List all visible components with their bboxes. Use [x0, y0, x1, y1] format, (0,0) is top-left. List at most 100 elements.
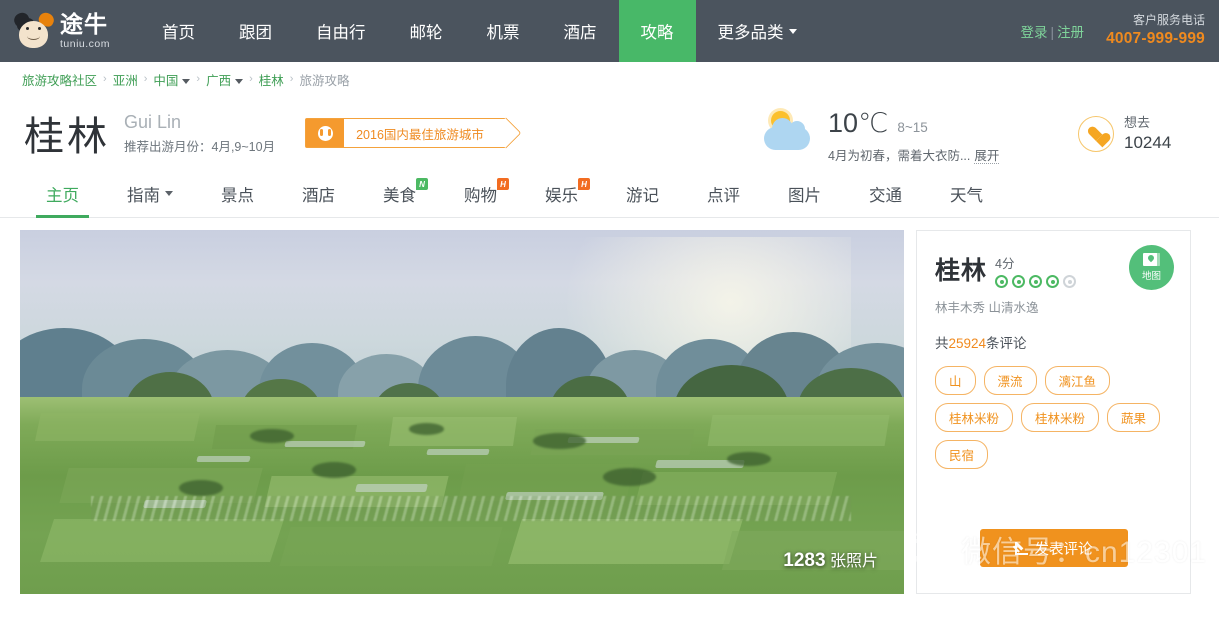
- top-right-area: 登录 | 注册 客户服务电话 4007-999-999: [1021, 0, 1219, 62]
- breadcrumb-item-current: 旅游攻略: [299, 73, 350, 88]
- recommended-months: 推荐出游月份：4月,9~10月: [124, 140, 276, 155]
- tag-item[interactable]: 蔬果: [1107, 403, 1161, 432]
- tab-shopping[interactable]: 购物 H: [440, 170, 521, 217]
- wish-label: 想去: [1124, 115, 1151, 130]
- reviews-prefix: 共: [935, 336, 949, 351]
- post-comment-label: 发表评论: [1034, 541, 1093, 558]
- main-content: 1283 张照片 桂林 4分 地图 林丰木秀 山清水逸 共25924条评论 山 …: [0, 218, 1219, 594]
- weather-widget[interactable]: 10℃ 8~15 4月为初春，需着大衣防... 展开: [762, 108, 1000, 164]
- tag-item[interactable]: 桂林米粉: [935, 403, 1014, 432]
- auth-separator: |: [1050, 25, 1055, 40]
- nav-item-flights[interactable]: 机票: [465, 0, 542, 62]
- review-count-line: 共25924条评论: [935, 332, 1172, 352]
- chevron-down-icon: [165, 191, 173, 196]
- section-tabs: 主页 指南 景点 酒店 美食 N 购物 H 娱乐 H 游记 点评 图片 交通 天气: [0, 170, 1219, 218]
- reviews-suffix: 条评论: [986, 336, 1027, 351]
- breadcrumb-item-guangxi[interactable]: 广西: [206, 70, 244, 89]
- breadcrumb-separator: ›: [289, 73, 294, 85]
- logo-text-cn: 途牛: [60, 10, 108, 37]
- tab-guide[interactable]: 指南: [103, 170, 197, 217]
- panel-city-name: 桂林: [935, 257, 988, 285]
- nav-item-guides[interactable]: 攻略: [618, 0, 696, 62]
- pencil-icon: [1014, 541, 1029, 555]
- cow-logo-icon: [11, 10, 57, 50]
- breadcrumb-item-asia[interactable]: 亚洲: [113, 70, 138, 89]
- post-comment-button[interactable]: 发表评论: [979, 529, 1128, 567]
- breadcrumb-separator: ›: [143, 73, 148, 85]
- new-badge-icon: N: [416, 178, 428, 190]
- breadcrumb-item-community[interactable]: 旅游攻略社区: [22, 70, 97, 89]
- breadcrumb-separator: ›: [103, 73, 107, 85]
- tab-entertainment[interactable]: 娱乐 H: [521, 170, 602, 217]
- city-header: 桂林 Gui Lin 推荐出游月份：4月,9~10月 2016国内最佳旅游城市 …: [0, 96, 1219, 170]
- breadcrumb-item-guilin[interactable]: 桂林: [259, 70, 284, 89]
- site-logo[interactable]: 途牛 tuniu.com: [0, 0, 140, 62]
- map-button[interactable]: 地图: [1129, 245, 1174, 290]
- page-title: 桂林: [24, 115, 110, 159]
- chevron-down-icon: [788, 28, 797, 34]
- hero-photo[interactable]: 1283 张照片: [20, 230, 904, 594]
- wish-count: 10244: [1124, 132, 1172, 152]
- nav-item-free-travel[interactable]: 自由行: [294, 0, 388, 62]
- weather-range: 8~15: [897, 120, 928, 135]
- breadcrumb-separator: ›: [196, 73, 201, 85]
- weather-description: 4月为初春，需着大衣防...: [828, 149, 971, 163]
- tag-item[interactable]: 桂林米粉: [1021, 403, 1100, 432]
- tab-hotels[interactable]: 酒店: [278, 170, 359, 217]
- tab-attractions[interactable]: 景点: [197, 170, 278, 217]
- nav-item-home[interactable]: 首页: [140, 0, 217, 62]
- nav-item-hotels[interactable]: 酒店: [542, 0, 619, 62]
- tag-item[interactable]: 民宿: [935, 440, 989, 469]
- tag-item[interactable]: 漂流: [983, 366, 1037, 395]
- chevron-down-icon: [235, 78, 244, 84]
- award-badge-label: 2016国内最佳旅游城市: [356, 127, 484, 142]
- tag-item[interactable]: 漓江鱼: [1044, 366, 1111, 395]
- top-navigation-bar: 途牛 tuniu.com 首页 跟团 自由行 邮轮 机票 酒店 攻略 更多品类 …: [0, 0, 1219, 62]
- rice-fields: [20, 397, 904, 594]
- breadcrumb-item-china[interactable]: 中国: [153, 70, 191, 89]
- rating-score: 4分: [995, 257, 1015, 271]
- hot-badge-icon: H: [497, 178, 509, 190]
- service-phone: 4007-999-999: [1106, 29, 1205, 47]
- wish-to-go-widget[interactable]: 想去 10244: [1078, 114, 1171, 154]
- city-info-panel: 桂林 4分 地图 林丰木秀 山清水逸 共25924条评论 山 漂流 漓江鱼 桂林…: [916, 230, 1191, 594]
- award-badge: 2016国内最佳旅游城市: [305, 117, 522, 149]
- service-label: 客户服务电话: [1132, 13, 1205, 28]
- map-icon: [1143, 253, 1160, 266]
- tab-reviews[interactable]: 点评: [683, 170, 764, 217]
- weather-expand-link[interactable]: 展开: [974, 149, 1000, 164]
- nav-item-cruise[interactable]: 邮轮: [388, 0, 465, 62]
- photo-count-overlay: 1283 张照片: [783, 547, 878, 572]
- photo-count-number: 1283: [783, 550, 826, 571]
- award-medal-icon: [306, 119, 345, 147]
- village-cluster: [90, 495, 851, 522]
- tab-food[interactable]: 美食 N: [359, 170, 440, 217]
- rating-dot-filled: [1046, 275, 1060, 288]
- tag-list: 山 漂流 漓江鱼 桂林米粉 桂林米粉 蔬果 民宿: [935, 366, 1172, 469]
- nav-item-more-categories[interactable]: 更多品类: [696, 0, 819, 62]
- rating-dots: [995, 275, 1077, 288]
- login-link[interactable]: 登录: [1021, 25, 1048, 40]
- main-nav-items: 首页 跟团 自由行 邮轮 机票 酒店 攻略 更多品类: [140, 0, 819, 62]
- heart-icon: [1078, 116, 1114, 153]
- rating-dot-filled: [1012, 275, 1026, 288]
- sun-cloud-icon: [762, 108, 818, 156]
- tag-item[interactable]: 山: [935, 366, 976, 395]
- tab-travel-notes[interactable]: 游记: [602, 170, 683, 217]
- auth-links: 登录 | 注册: [1021, 21, 1085, 41]
- nav-item-group-tour[interactable]: 跟团: [217, 0, 294, 62]
- tab-homepage[interactable]: 主页: [22, 170, 103, 218]
- register-link[interactable]: 注册: [1057, 25, 1084, 40]
- map-button-label: 地图: [1141, 271, 1161, 282]
- weather-description-row: 4月为初春，需着大衣防... 展开: [828, 145, 1000, 164]
- city-name-english: Gui Lin: [124, 112, 182, 133]
- tab-transport[interactable]: 交通: [845, 170, 926, 217]
- breadcrumb: 旅游攻略社区 › 亚洲 › 中国 › 广西 › 桂林 › 旅游攻略: [0, 62, 1219, 96]
- tab-photos[interactable]: 图片: [764, 170, 845, 217]
- tab-weather[interactable]: 天气: [926, 170, 1007, 217]
- reviews-count: 25924: [948, 336, 987, 351]
- rating-dot-filled: [995, 275, 1009, 288]
- logo-text-en: tuniu.com: [60, 37, 111, 50]
- breadcrumb-separator: ›: [249, 73, 253, 85]
- photo-count-label: 张照片: [829, 553, 878, 570]
